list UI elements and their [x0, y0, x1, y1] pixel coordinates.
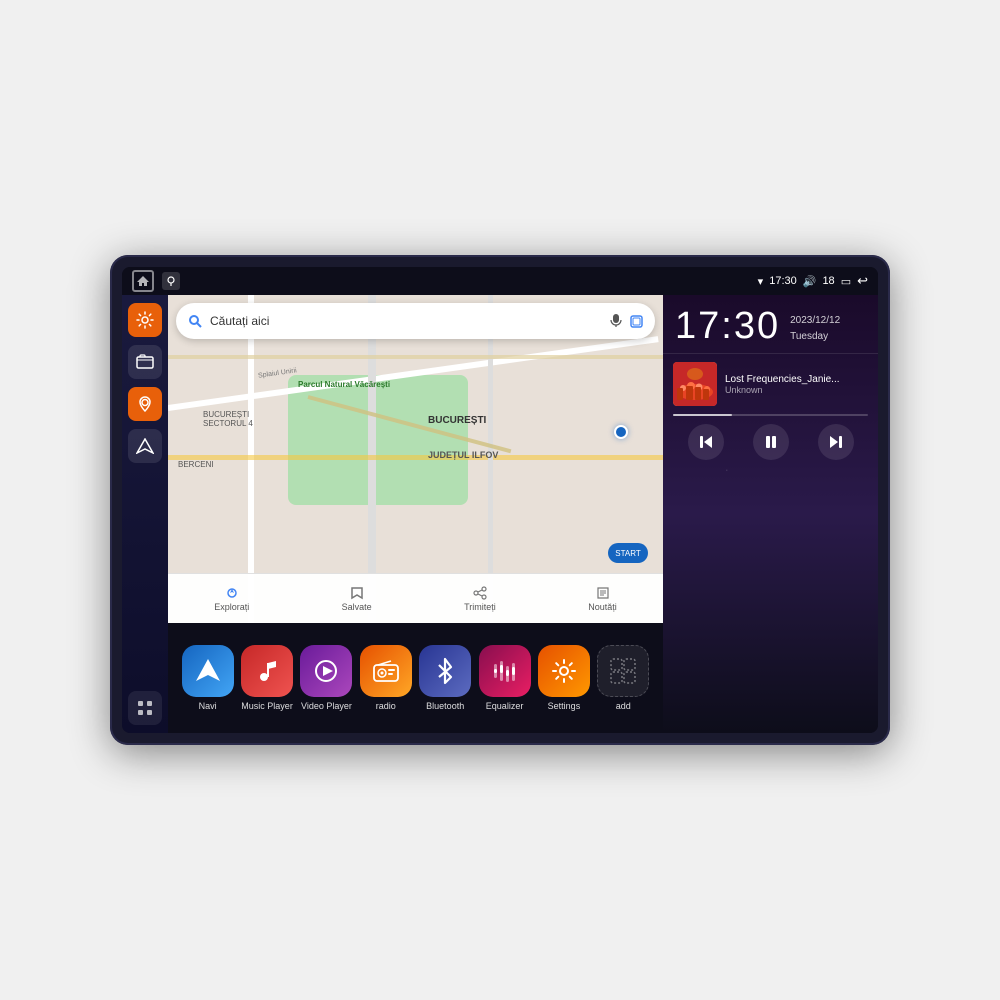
pause-button[interactable]	[753, 424, 789, 460]
device-screen: ▾ 17:30 🔊 18 ▭ ↩	[122, 267, 878, 733]
music-section: Lost Frequencies_Janie... Unknown	[663, 354, 878, 733]
map-label-sectorul: BUCUREȘTISECTORUL 4	[203, 410, 253, 428]
volume-icon: 🔊	[803, 275, 817, 288]
app-label-7: add	[616, 701, 631, 711]
map-nav-news[interactable]: Noutăți	[588, 586, 617, 612]
app-item-music-player[interactable]: Music Player	[241, 645, 293, 711]
mic-icon[interactable]	[610, 314, 622, 328]
app-item-radio[interactable]: radio	[360, 645, 412, 711]
map-label-parc: Parcul Natural Văcărești	[298, 380, 390, 389]
app-item-settings[interactable]: Settings	[538, 645, 590, 711]
album-art	[673, 362, 717, 406]
google-maps-icon	[188, 314, 202, 328]
progress-fill	[673, 414, 732, 416]
clock-time: 17:30	[675, 307, 780, 345]
map-nav-share[interactable]: Trimiteți	[464, 586, 496, 612]
app-icon-7	[597, 645, 649, 697]
sidebar-nav-btn[interactable]	[128, 429, 162, 463]
right-panel: 17:30 2023/12/12 Tuesday	[663, 295, 878, 733]
app-label-2: Video Player	[301, 701, 352, 711]
sidebar	[122, 295, 168, 733]
app-label-4: Bluetooth	[426, 701, 464, 711]
app-icon-5	[479, 645, 531, 697]
map-label-berceni: BERCENI	[178, 460, 214, 469]
status-bar: ▾ 17:30 🔊 18 ▭ ↩	[122, 267, 878, 295]
map-mock: Pizza & Bakery AXIS PremiumMobility - Su…	[168, 295, 663, 623]
map-nav-explore[interactable]: Explorați	[214, 586, 249, 612]
app-icon-1	[241, 645, 293, 697]
next-button[interactable]	[818, 424, 854, 460]
app-label-6: Settings	[548, 701, 581, 711]
prev-button[interactable]	[688, 424, 724, 460]
app-icon-6	[538, 645, 590, 697]
music-controls	[673, 424, 868, 460]
app-item-equalizer[interactable]: Equalizer	[479, 645, 531, 711]
music-artist: Unknown	[725, 385, 868, 395]
map-start-btn[interactable]: START	[608, 543, 648, 563]
wifi-icon: ▾	[758, 275, 764, 288]
map-location-dot	[614, 425, 628, 439]
map-status-icon[interactable]	[162, 272, 180, 290]
app-item-bluetooth[interactable]: Bluetooth	[419, 645, 471, 711]
sidebar-map-btn[interactable]	[128, 387, 162, 421]
app-item-navi[interactable]: Navi	[182, 645, 234, 711]
app-icon-3	[360, 645, 412, 697]
clock-section: 17:30 2023/12/12 Tuesday	[663, 295, 878, 354]
app-grid: Navi Music Player Video Player radio Bluetoo…	[168, 623, 663, 733]
clock-date: 2023/12/12 Tuesday	[790, 307, 840, 345]
main-area: Pizza & Bakery AXIS PremiumMobility - Su…	[122, 295, 878, 733]
status-left	[132, 270, 180, 292]
sidebar-settings-btn[interactable]	[128, 303, 162, 337]
map-area[interactable]: Pizza & Bakery AXIS PremiumMobility - Su…	[168, 295, 663, 623]
app-label-0: Navi	[199, 701, 217, 711]
map-park	[288, 375, 468, 505]
app-icon-0	[182, 645, 234, 697]
car-stereo-device: ▾ 17:30 🔊 18 ▭ ↩	[110, 255, 890, 745]
music-title: Lost Frequencies_Janie...	[725, 374, 868, 385]
back-icon[interactable]: ↩	[857, 273, 868, 289]
map-label-buc: BUCUREȘTI	[428, 415, 486, 426]
app-item-add[interactable]: add	[597, 645, 649, 711]
sidebar-files-btn[interactable]	[128, 345, 162, 379]
app-icon-2	[300, 645, 352, 697]
signal-level: 18	[822, 275, 834, 287]
app-label-5: Equalizer	[486, 701, 524, 711]
map-label-ilfov: JUDEȚUL ILFOV	[428, 450, 498, 460]
home-button[interactable]	[132, 270, 154, 292]
map-bottom-nav: Explorați Salvate Trimiteți	[168, 573, 663, 623]
map-nav-saved[interactable]: Salvate	[342, 586, 372, 612]
app-item-video-player[interactable]: Video Player	[300, 645, 352, 711]
status-right: ▾ 17:30 🔊 18 ▭ ↩	[758, 273, 868, 289]
music-info: Lost Frequencies_Janie... Unknown	[673, 362, 868, 406]
app-label-3: radio	[376, 701, 396, 711]
sidebar-grid-btn[interactable]	[128, 691, 162, 725]
clock-status: 17:30	[769, 275, 797, 287]
app-icon-4	[419, 645, 471, 697]
app-label-1: Music Player	[241, 701, 293, 711]
layers-icon[interactable]	[630, 315, 643, 328]
center-content: Pizza & Bakery AXIS PremiumMobility - Su…	[168, 295, 663, 733]
progress-bar[interactable]	[673, 414, 868, 416]
battery-icon: ▭	[841, 275, 851, 288]
map-search-bar[interactable]: Căutați aici	[176, 303, 655, 339]
map-search-text[interactable]: Căutați aici	[210, 314, 602, 328]
map-road-6	[168, 355, 663, 359]
map-road-4	[168, 455, 663, 460]
music-text: Lost Frequencies_Janie... Unknown	[725, 374, 868, 395]
